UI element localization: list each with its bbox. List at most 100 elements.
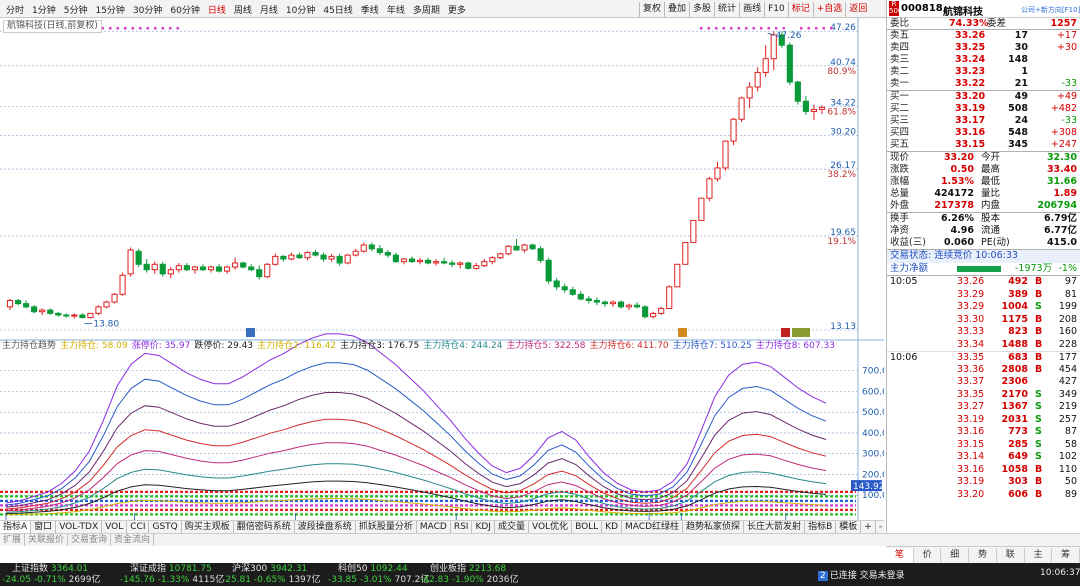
indicator-tab[interactable]: + (861, 521, 876, 533)
period-tab[interactable]: 月线 (256, 3, 282, 16)
candle-body[interactable] (95, 306, 102, 314)
candle-body[interactable] (714, 167, 721, 180)
candle-body[interactable] (746, 86, 753, 99)
candle-body[interactable] (818, 106, 826, 110)
indicator-tab[interactable]: 窗口 (31, 521, 57, 533)
candle-body[interactable] (650, 312, 657, 318)
ask-row[interactable]: 卖四 33.25 30 +30 (887, 42, 1080, 54)
indicator-tab[interactable]: 翻倍密码系统 (234, 521, 295, 533)
candle-body[interactable] (529, 244, 536, 250)
indicator-tab[interactable]: MACD (417, 521, 451, 533)
candle-body[interactable] (368, 244, 375, 250)
candle-body[interactable] (111, 293, 118, 303)
candle-body[interactable] (722, 140, 729, 169)
quote-tab[interactable]: 价 (914, 547, 942, 563)
candle-body[interactable] (762, 58, 769, 73)
candle-body[interactable] (497, 253, 504, 259)
candle-body[interactable] (706, 178, 713, 199)
candle-body[interactable] (400, 258, 408, 263)
toolbar-button[interactable]: +自选 (812, 1, 846, 17)
toolbar-button[interactable]: 复权 (639, 1, 664, 17)
index-item[interactable]: 沪深300 3942.31 (232, 564, 307, 574)
candle-body[interactable] (730, 118, 737, 142)
candle-body[interactable] (698, 197, 705, 221)
candle-body[interactable] (754, 71, 761, 88)
finance-marker-icon[interactable] (246, 328, 255, 337)
candle-body[interactable] (449, 262, 456, 265)
indicator-tab[interactable]: VOL-TDX (56, 521, 103, 533)
candle-body[interactable] (103, 301, 110, 308)
candle-body[interactable] (191, 266, 198, 271)
candle-body[interactable] (288, 254, 295, 260)
candle-body[interactable] (738, 97, 745, 120)
candle-body[interactable] (159, 263, 166, 275)
candle-body[interactable] (352, 250, 359, 256)
indicator-tab[interactable]: VOL (102, 521, 128, 533)
panel-tab[interactable]: 关联报价 (25, 534, 69, 546)
candle-body[interactable] (416, 259, 424, 263)
candle-body[interactable] (786, 44, 793, 83)
indicator-tab[interactable]: 抓妖股量分析 (356, 521, 417, 533)
candle-body[interactable] (489, 257, 496, 263)
candle-body[interactable] (465, 262, 472, 269)
indicator-tab[interactable]: RSI (451, 521, 473, 533)
candle-body[interactable] (280, 255, 287, 260)
candle-body[interactable] (240, 262, 247, 268)
candle-body[interactable] (183, 265, 190, 271)
candle-body[interactable] (545, 259, 552, 282)
tick-list[interactable]: 10:05 33.26 492 B 97 33.29 389 B 81 33.29 1004 S 199… (887, 276, 1080, 501)
index-item[interactable]: 创业板指 2213.68 (430, 564, 506, 574)
candle-body[interactable] (609, 301, 617, 305)
toolbar-button[interactable]: 统计 (714, 1, 739, 17)
candle-body[interactable] (328, 255, 335, 260)
ask-row[interactable]: 卖一 33.22 21 -33 (887, 78, 1080, 90)
candle-body[interactable] (304, 252, 311, 259)
candle-body[interactable] (505, 245, 512, 255)
period-tab[interactable]: 5分钟 (60, 3, 92, 16)
indicator-tab[interactable]: KDJ (472, 521, 495, 533)
candle-body[interactable] (360, 244, 367, 252)
toolbar-button[interactable]: 叠加 (664, 1, 689, 17)
candle-body[interactable] (794, 81, 801, 102)
candle-body[interactable] (392, 254, 399, 263)
candle-body[interactable] (143, 263, 150, 271)
candle-body[interactable] (256, 269, 263, 278)
kline-chart-svg[interactable]: 47.2640.7480.9%34.2261.8%30.2026.1738.2%… (0, 18, 884, 520)
period-tab[interactable]: 年线 (383, 3, 409, 16)
candle-body[interactable] (537, 248, 544, 261)
ask-row[interactable]: 卖五 33.26 17 +17 (887, 30, 1080, 42)
toolbar-button[interactable]: 返回 (845, 1, 870, 17)
period-tab[interactable]: 更多 (444, 3, 470, 16)
quote-tab[interactable]: 主 (1025, 547, 1053, 563)
candle-body[interactable] (625, 304, 633, 308)
bid-row[interactable]: 买四 33.16 548 +308 (887, 127, 1080, 139)
candle-body[interactable] (39, 309, 46, 313)
ask-row[interactable]: 卖三 33.24 148 (887, 54, 1080, 66)
period-tab[interactable]: 日线 (204, 3, 230, 16)
candle-body[interactable] (207, 266, 215, 271)
candle-body[interactable] (127, 249, 134, 275)
candle-body[interactable] (569, 289, 576, 295)
candle-body[interactable] (14, 299, 22, 305)
ask-row[interactable]: 卖二 33.23 1 (887, 66, 1080, 78)
candle-body[interactable] (23, 303, 30, 308)
indicator-tab[interactable]: 成交量 (495, 521, 529, 533)
candle-body[interactable] (135, 250, 142, 265)
candle-body[interactable] (224, 266, 231, 272)
candle-body[interactable] (232, 262, 239, 268)
indicator-tab[interactable]: KD (602, 521, 623, 533)
connection-status[interactable]: 2 已连接 交易未登录 (818, 568, 905, 581)
panel-tab[interactable]: 扩展 (0, 534, 26, 546)
period-tab[interactable]: 分时 (2, 3, 28, 16)
candle-body[interactable] (553, 280, 560, 288)
candle-body[interactable] (424, 259, 432, 264)
bid-row[interactable]: 买二 33.19 508 +482 (887, 103, 1080, 115)
quote-tab[interactable]: 势 (969, 547, 997, 563)
candle-body[interactable] (802, 100, 809, 112)
indicator-tab[interactable]: BOLL (572, 521, 603, 533)
period-tab[interactable]: 10分钟 (282, 3, 319, 16)
candle-body[interactable] (658, 307, 665, 314)
quote-tab[interactable]: 细 (941, 547, 970, 563)
candle-body[interactable] (296, 254, 303, 259)
candle-body[interactable] (199, 266, 207, 271)
